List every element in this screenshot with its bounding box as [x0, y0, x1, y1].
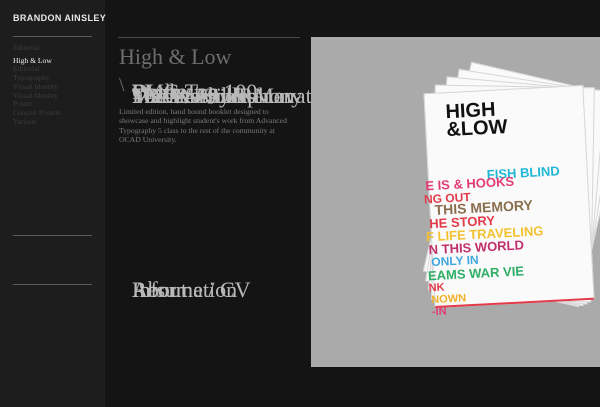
sidebar: BRANDON AINSLEY Work PMG Top 100 Editorial… — [0, 0, 348, 407]
project-photo: HIGH &LOW FISH BLIND E IS & HOOKS NG OUT TH… — [311, 37, 600, 367]
project-title: High & Low — [119, 44, 232, 69]
cover-title-line: &LOW — [445, 116, 509, 142]
nav-link[interactable]: Marks — [132, 85, 188, 106]
cover-title: HIGH &LOW — [445, 99, 509, 142]
cover-word: NOWN — [431, 292, 467, 307]
cover-word: NK — [428, 281, 445, 295]
booklet-cover: HIGH &LOW FISH BLIND E IS & HOOKS NG OUT TH… — [423, 84, 595, 318]
title-separator: \ — [119, 74, 125, 96]
sidebar-divider — [13, 235, 92, 236]
project-description: Limited edition, hand bound booklet desi… — [119, 107, 287, 144]
nav-category-label: Editorial — [13, 43, 40, 52]
brand-logo[interactable]: BRANDON AINSLEY — [13, 13, 106, 23]
sidebar-divider — [13, 284, 92, 285]
cover-word: -IN — [431, 305, 447, 319]
sidebar-divider — [13, 36, 92, 37]
project-nav: Work PMG Top 100 Editorial High & Low Editor… — [13, 43, 348, 126]
nav-category-label: Various — [13, 116, 37, 126]
content-divider — [118, 37, 300, 38]
nav-link[interactable]: Resume / CV — [132, 279, 251, 300]
